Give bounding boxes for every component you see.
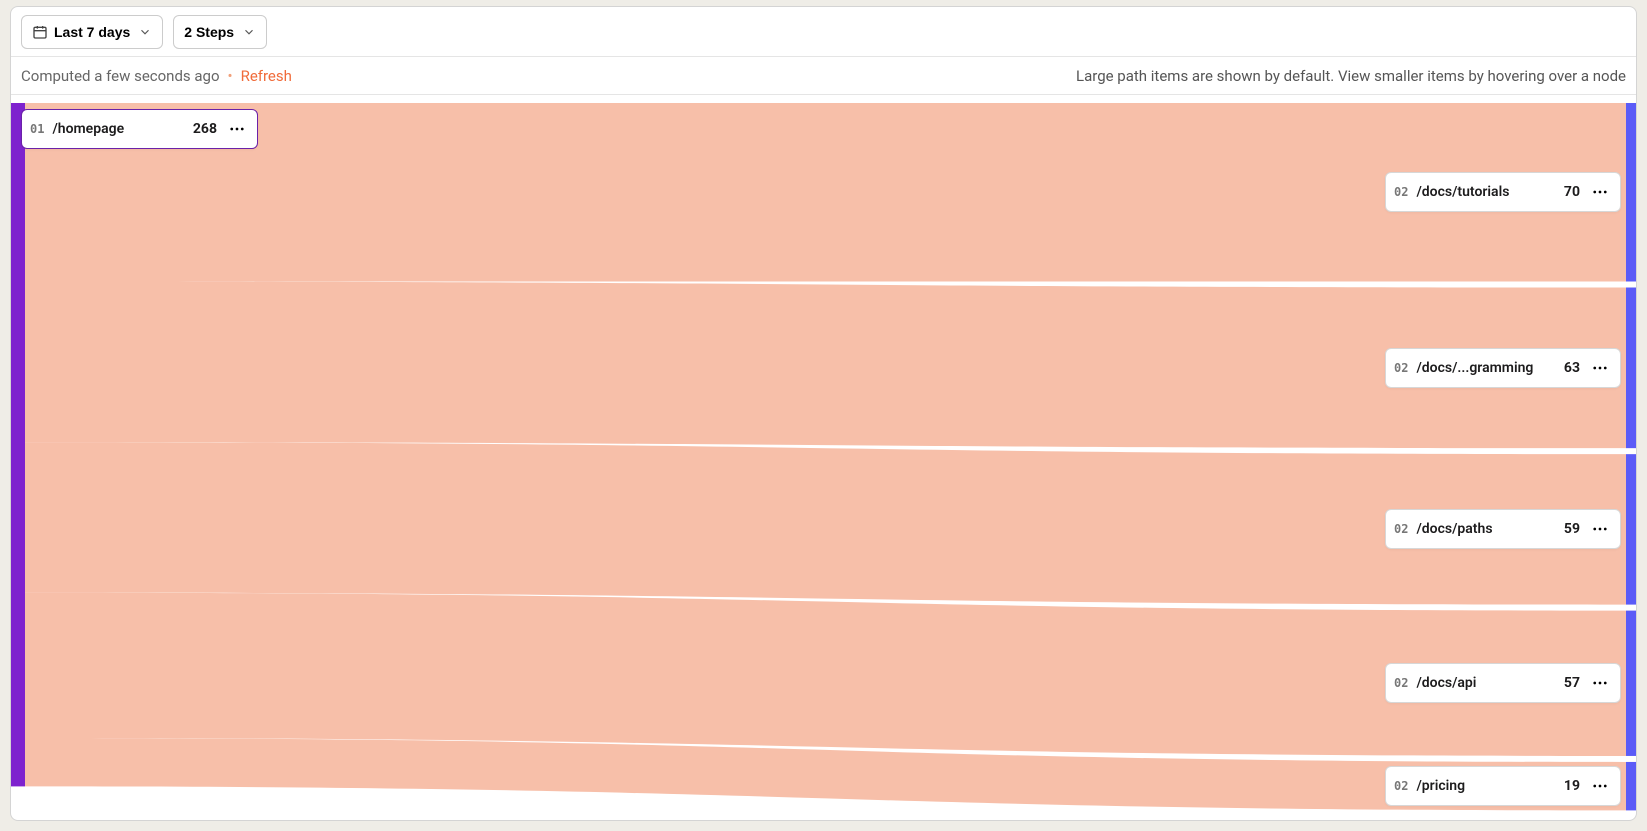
sankey-chart[interactable]: 01 /homepage 268 02/docs/tutorials7002/d…: [11, 95, 1636, 820]
node-menu-button[interactable]: [1588, 517, 1612, 541]
sankey-source-bar[interactable]: [11, 103, 25, 786]
node-value: 70: [1564, 184, 1580, 200]
sankey-panel: Last 7 days 2 Steps Computed a few secon…: [10, 6, 1637, 821]
node-step-badge: 02: [1394, 779, 1408, 793]
node-value: 59: [1564, 521, 1580, 537]
sankey-target-bar[interactable]: [1626, 611, 1636, 756]
node-label: /docs/api: [1416, 675, 1555, 691]
help-text: Large path items are shown by default. V…: [1076, 67, 1626, 85]
refresh-link[interactable]: Refresh: [241, 67, 292, 85]
node-menu-button[interactable]: [1588, 774, 1612, 798]
node-step-badge: 02: [1394, 361, 1408, 375]
node-value: 268: [193, 121, 217, 137]
node-label: /pricing: [1416, 778, 1555, 794]
chevron-down-icon: [242, 25, 256, 39]
node-step-badge: 02: [1394, 676, 1408, 690]
bullet-separator: •: [228, 67, 233, 85]
date-range-dropdown[interactable]: Last 7 days: [21, 15, 163, 49]
status-bar: Computed a few seconds ago • Refresh Lar…: [11, 57, 1636, 95]
toolbar: Last 7 days 2 Steps: [11, 7, 1636, 57]
node-menu-button[interactable]: [1588, 180, 1612, 204]
sankey-target-bar[interactable]: [1626, 103, 1636, 282]
sankey-target-bar[interactable]: [1626, 288, 1636, 449]
node-menu-button[interactable]: [225, 117, 249, 141]
node-label: /docs/...gramming: [1416, 360, 1555, 376]
more-horizontal-icon: [1591, 183, 1609, 201]
steps-label: 2 Steps: [184, 24, 234, 40]
node-label: /docs/tutorials: [1416, 184, 1555, 200]
date-range-label: Last 7 days: [54, 24, 130, 40]
node-step-badge: 02: [1394, 522, 1408, 536]
more-horizontal-icon: [1591, 520, 1609, 538]
node-label: /homepage: [52, 121, 184, 137]
more-horizontal-icon: [1591, 674, 1609, 692]
node-value: 63: [1564, 360, 1580, 376]
chevron-down-icon: [138, 25, 152, 39]
calendar-icon: [32, 24, 48, 40]
sankey-target-node[interactable]: 02/docs/tutorials 70: [1385, 172, 1621, 212]
sankey-target-node[interactable]: 02/docs/api 57: [1385, 663, 1621, 703]
more-horizontal-icon: [1591, 359, 1609, 377]
node-step-badge: 02: [1394, 185, 1408, 199]
sankey-source-node[interactable]: 01 /homepage 268: [21, 109, 258, 149]
node-menu-button[interactable]: [1588, 356, 1612, 380]
sankey-target-bar[interactable]: [1626, 762, 1636, 810]
sankey-target-node[interactable]: 02/pricing 19: [1385, 766, 1621, 806]
more-horizontal-icon: [228, 120, 246, 138]
node-menu-button[interactable]: [1588, 671, 1612, 695]
node-label: /docs/paths: [1416, 521, 1555, 537]
node-value: 57: [1564, 675, 1580, 691]
more-horizontal-icon: [1591, 777, 1609, 795]
node-value: 19: [1564, 778, 1580, 794]
computed-time-label: Computed a few seconds ago: [21, 67, 220, 85]
node-step-badge: 01: [30, 122, 44, 136]
sankey-target-node[interactable]: 02/docs/paths 59: [1385, 509, 1621, 549]
sankey-target-node[interactable]: 02/docs/...gramming 63: [1385, 348, 1621, 388]
sankey-target-bar[interactable]: [1626, 454, 1636, 604]
steps-dropdown[interactable]: 2 Steps: [173, 15, 267, 49]
